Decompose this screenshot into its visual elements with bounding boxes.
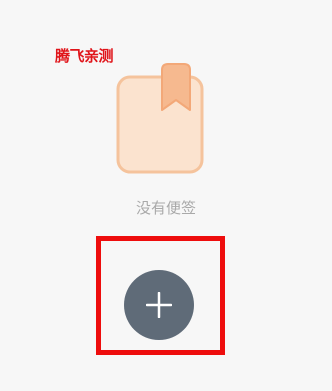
empty-state-message: 没有便签 (135, 199, 196, 217)
add-note-button[interactable] (124, 270, 194, 340)
plus-icon (145, 291, 173, 319)
notes-book-icon (114, 62, 206, 176)
watermark-text: 腾飞亲测 (55, 47, 114, 65)
